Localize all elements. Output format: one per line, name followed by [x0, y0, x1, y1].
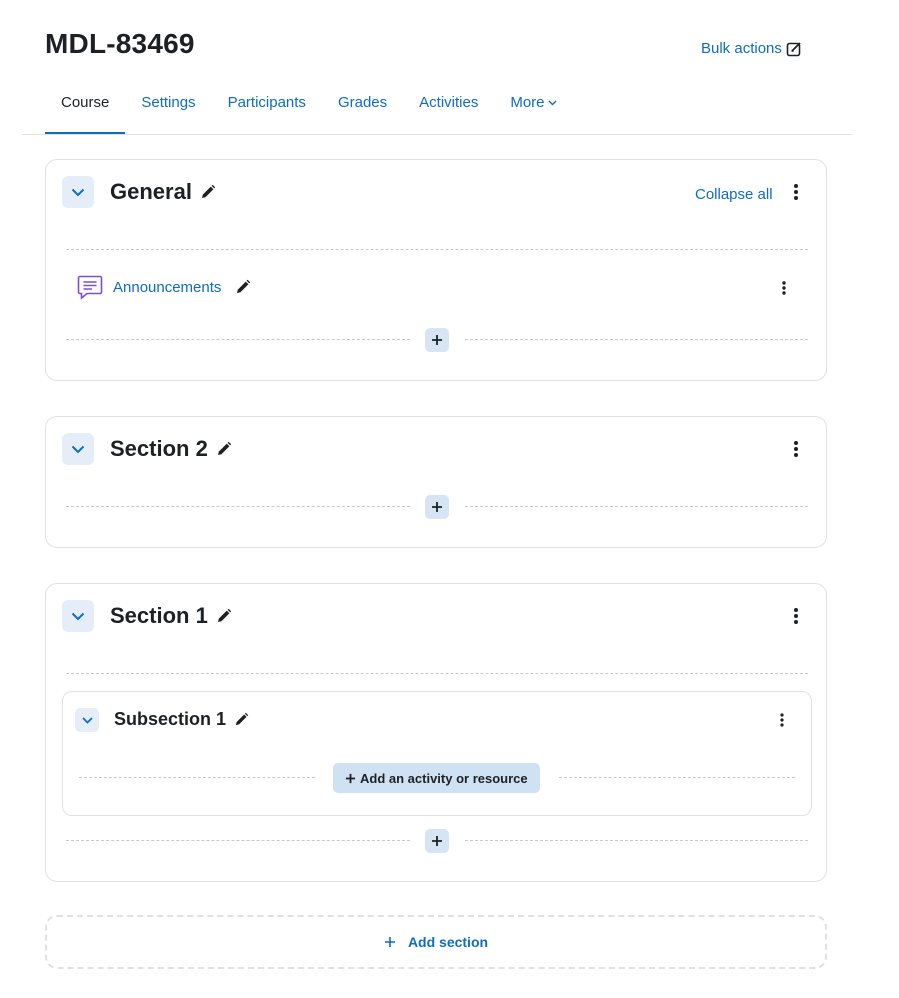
nav-divider [22, 134, 852, 135]
section-title-text: Section 2 [110, 436, 208, 461]
divider [559, 777, 795, 778]
plus-icon [431, 835, 443, 847]
divider [66, 249, 808, 250]
section-2: Section 2 [45, 416, 827, 548]
add-activity-button[interactable]: Add an activity or resource [333, 763, 540, 793]
tab-label: More [510, 94, 545, 111]
tab-participants[interactable]: Participants [212, 94, 322, 134]
pencil-icon[interactable] [200, 184, 216, 200]
divider [465, 339, 808, 340]
chevron-down-icon [81, 716, 93, 724]
tab-grades[interactable]: Grades [322, 94, 403, 134]
pencil-icon[interactable] [216, 441, 232, 457]
section-menu-icon[interactable] [786, 180, 806, 204]
add-section-label: Add section [407, 934, 489, 950]
divider [465, 840, 808, 841]
plus-icon [431, 334, 443, 346]
forum-icon [77, 274, 103, 300]
section-general: General Collapse all Announcements [45, 159, 827, 381]
subsection-title: Subsection 1 [114, 709, 249, 730]
tab-label: Grades [337, 94, 388, 111]
plus-icon [384, 936, 396, 948]
tab-label: Activities [419, 94, 479, 111]
tab-label: Course [61, 94, 110, 111]
subsection: Subsection 1 Add an activity or resource [62, 691, 812, 816]
chevron-down-icon [71, 612, 85, 621]
subsection-title-text: Subsection 1 [114, 709, 227, 729]
divider [66, 673, 808, 674]
divider [79, 777, 315, 778]
chevron-down-icon [548, 100, 557, 106]
subsection-menu-icon[interactable] [772, 708, 792, 732]
tab-more[interactable]: More [494, 94, 572, 134]
add-content-button[interactable] [425, 328, 449, 352]
bulk-edit-icon [786, 41, 802, 57]
section-1: Section 1 Subsection 1 Add an activity o… [45, 583, 827, 882]
page-title: MDL-83469 [45, 28, 195, 59]
tab-label: Participants [227, 94, 306, 111]
pencil-icon[interactable] [216, 608, 232, 624]
section-title: General [110, 179, 216, 205]
divider [465, 506, 808, 507]
divider [66, 506, 410, 507]
add-content-button[interactable] [425, 829, 449, 853]
tab-label: Settings [141, 94, 196, 111]
pencil-icon[interactable] [235, 279, 251, 295]
collapse-all-link[interactable]: Collapse all [695, 186, 773, 203]
section-collapse-button[interactable] [62, 433, 94, 465]
plus-icon [431, 501, 443, 513]
activity-menu-icon[interactable] [774, 276, 794, 300]
tab-course[interactable]: Course [45, 94, 126, 135]
divider [66, 339, 410, 340]
divider [66, 840, 410, 841]
section-menu-icon[interactable] [786, 604, 806, 628]
bulk-actions-link[interactable]: Bulk actions [701, 40, 802, 57]
section-collapse-button[interactable] [62, 176, 94, 208]
tab-settings[interactable]: Settings [125, 94, 211, 134]
section-title-text: General [110, 179, 192, 204]
add-section-button[interactable]: Add section [45, 915, 827, 969]
section-title-text: Section 1 [110, 603, 208, 628]
subsection-collapse-button[interactable] [75, 708, 99, 732]
activity-item: Announcements [77, 274, 251, 300]
section-collapse-button[interactable] [62, 600, 94, 632]
section-title: Section 2 [110, 436, 232, 462]
section-title: Section 1 [110, 603, 232, 629]
add-content-button[interactable] [425, 495, 449, 519]
tab-activities[interactable]: Activities [403, 94, 494, 134]
course-nav: Course Settings Participants Grades Acti… [45, 94, 573, 135]
chevron-down-icon [71, 188, 85, 197]
add-activity-label: Add an activity or resource [360, 770, 528, 786]
bulk-actions-label: Bulk actions [701, 40, 782, 57]
section-menu-icon[interactable] [786, 437, 806, 461]
plus-icon [345, 773, 356, 784]
chevron-down-icon [71, 445, 85, 454]
activity-name-link[interactable]: Announcements [113, 279, 221, 296]
pencil-icon[interactable] [234, 712, 249, 727]
